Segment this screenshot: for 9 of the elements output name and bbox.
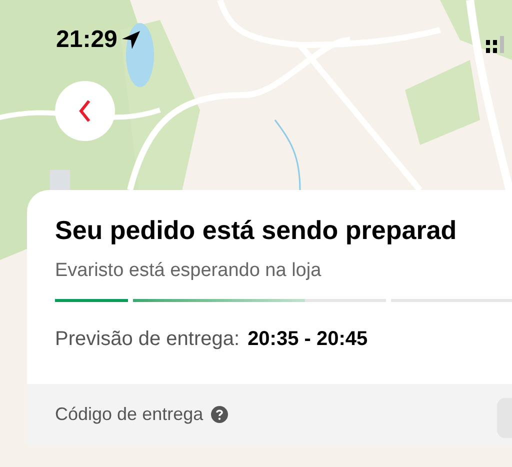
chevron-left-icon xyxy=(78,99,92,123)
help-icon[interactable] xyxy=(211,406,228,423)
location-arrow-icon xyxy=(121,30,142,50)
code-label: Código de entrega xyxy=(55,403,204,426)
order-title: Seu pedido está sendo preparad xyxy=(55,214,458,246)
estimate-label: Previsão de entrega: xyxy=(55,327,240,352)
estimate-value: 20:35 - 20:45 xyxy=(248,327,368,352)
status-time: 21:29 xyxy=(56,28,118,52)
order-subtitle: Evaristo está esperando na loja xyxy=(55,258,322,282)
